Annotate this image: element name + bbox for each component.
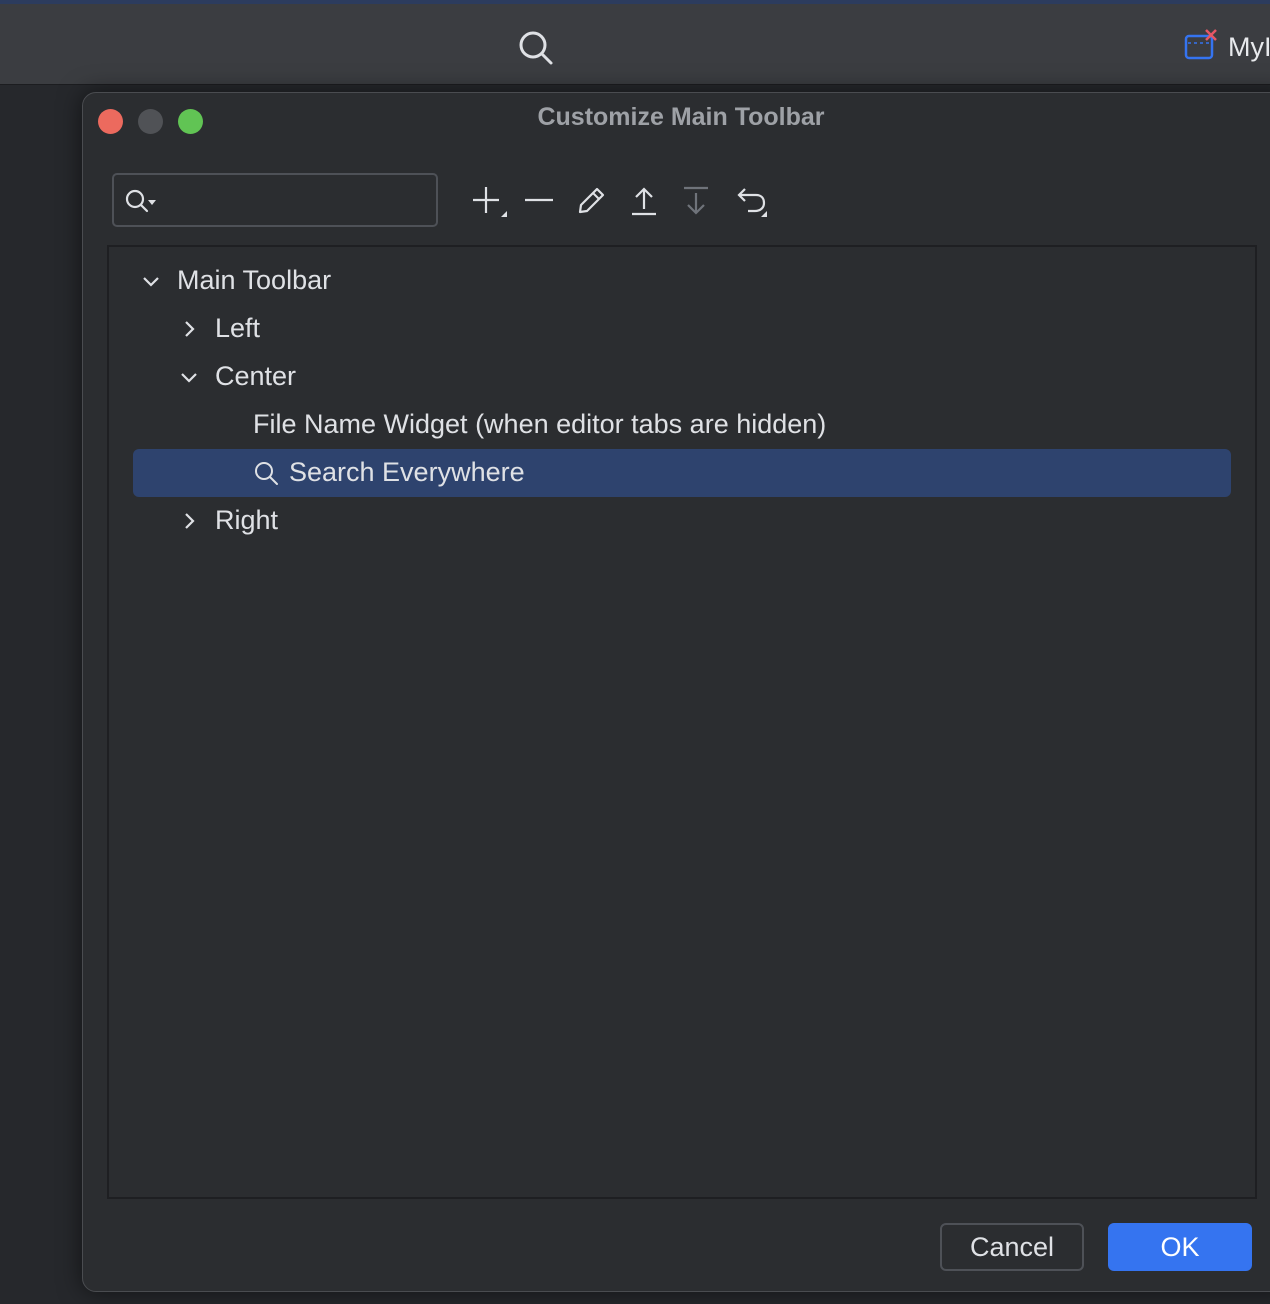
undo-icon (737, 188, 767, 217)
ok-button[interactable]: OK (1108, 1223, 1252, 1271)
arrow-down-icon (684, 186, 708, 215)
toolbar-tree: Main Toolbar Left Center File Name Widge… (107, 245, 1257, 1199)
pencil-icon (578, 187, 605, 214)
search-history-icon[interactable] (124, 187, 160, 215)
tree-node-main-toolbar[interactable]: Main Toolbar (133, 257, 1231, 305)
plus-icon (473, 187, 507, 217)
tree-node-label: Main Toolbar (177, 265, 332, 295)
tree-node-label: Left (215, 313, 261, 343)
tree-node-label: File Name Widget (when editor tabs are h… (253, 409, 827, 439)
dialog-title: Customize Main Toolbar (537, 103, 825, 131)
tree-node-file-name-widget[interactable]: File Name Widget (when editor tabs are h… (133, 401, 1231, 449)
tree-node-left[interactable]: Left (133, 305, 1231, 353)
chevron-down-icon[interactable] (177, 365, 201, 389)
customize-toolbar-dialog: Customize Main Toolbar Main Toolbar Left… (82, 92, 1270, 1292)
add-button[interactable] (469, 181, 509, 221)
move-down-button[interactable] (676, 181, 716, 221)
tree-node-search-everywhere[interactable]: Search Everywhere (133, 449, 1231, 497)
tree-node-center[interactable]: Center (133, 353, 1231, 401)
move-up-button[interactable] (624, 181, 664, 221)
project-name[interactable]: MyI (1228, 32, 1270, 63)
edit-button[interactable] (571, 181, 611, 221)
remove-button[interactable] (519, 181, 559, 221)
cancel-button[interactable]: Cancel (940, 1223, 1084, 1271)
tree-node-label: Center (215, 361, 297, 391)
search-icon (255, 462, 278, 485)
chevron-right-icon[interactable] (177, 317, 201, 341)
tree-node-label: Search Everywhere (289, 457, 525, 487)
window-close-icon[interactable] (1184, 28, 1220, 62)
chevron-down-icon[interactable] (139, 269, 163, 293)
chevron-right-icon[interactable] (177, 509, 201, 533)
restore-button[interactable] (730, 181, 770, 221)
search-icon[interactable] (514, 26, 556, 68)
tree-node-label: Right (215, 505, 279, 535)
filter-field[interactable] (112, 173, 438, 227)
tree-node-right[interactable]: Right (133, 497, 1231, 545)
ide-main-toolbar: MyI (0, 4, 1270, 85)
filter-input[interactable] (168, 183, 432, 219)
minus-icon (525, 198, 553, 202)
arrow-up-icon (632, 187, 656, 216)
